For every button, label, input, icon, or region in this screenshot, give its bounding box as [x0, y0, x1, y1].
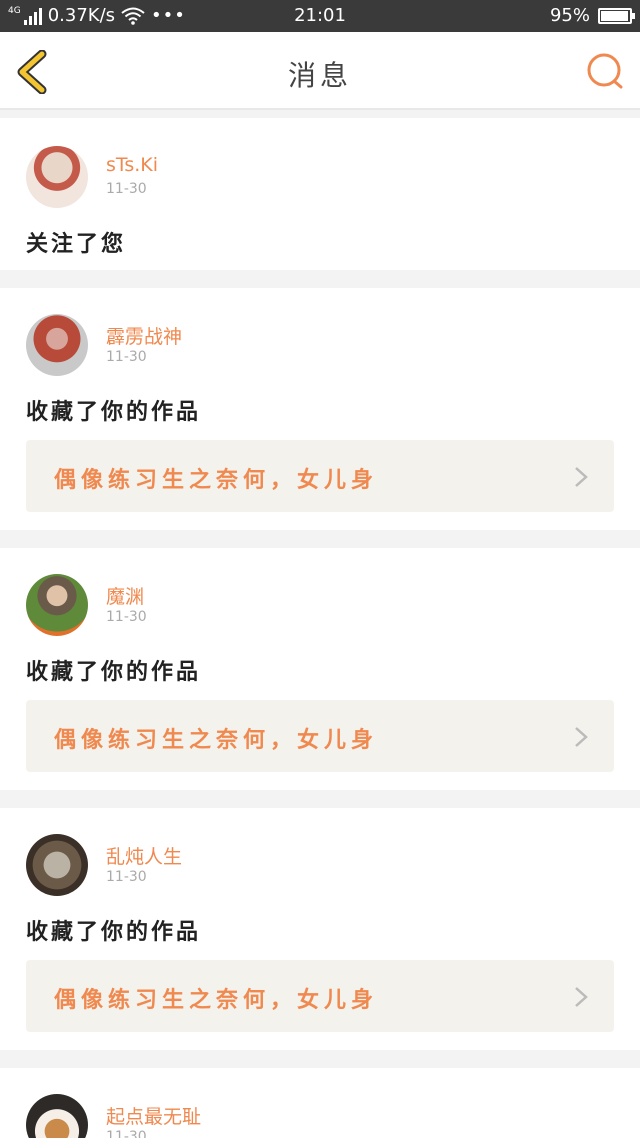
username[interactable]: sTs.Ki [106, 154, 158, 176]
app-header: 消息 [0, 32, 640, 110]
timestamp: 11-30 [106, 1129, 147, 1138]
work-link[interactable]: 偶像练习生之奈何，女儿身 [26, 440, 614, 512]
battery-percent: 95% [549, 5, 590, 26]
chevron-right-icon [575, 987, 588, 1007]
notification-item[interactable]: 乱炖人生 11-30 收藏了你的作品 偶像练习生之奈何，女儿身 [0, 808, 640, 1050]
work-title: 偶像练习生之奈何，女儿身 [54, 728, 379, 753]
search-icon[interactable] [584, 50, 626, 92]
clock: 21:01 [294, 5, 346, 26]
avatar[interactable] [26, 834, 88, 896]
username[interactable]: 起点最无耻 [106, 1102, 201, 1129]
notification-item[interactable]: 霹雳战神 11-30 收藏了你的作品 偶像练习生之奈何，女儿身 [0, 288, 640, 530]
work-link[interactable]: 偶像练习生之奈何，女儿身 [26, 960, 614, 1032]
work-link[interactable]: 偶像练习生之奈何，女儿身 [26, 700, 614, 772]
notification-item[interactable]: 魔渊 11-30 收藏了你的作品 偶像练习生之奈何，女儿身 [0, 548, 640, 790]
timestamp: 11-30 [106, 181, 147, 197]
avatar[interactable] [26, 314, 88, 376]
notification-list: sTs.Ki 11-30 关注了您 霹雳战神 11-30 收藏了你的作品 偶像练… [0, 118, 640, 1138]
avatar[interactable] [26, 146, 88, 208]
work-title: 偶像练习生之奈何，女儿身 [54, 988, 379, 1013]
work-title: 偶像练习生之奈何，女儿身 [54, 468, 379, 493]
chevron-right-icon [575, 727, 588, 747]
notification-text: 关注了您 [26, 232, 127, 257]
notification-text: 收藏了你的作品 [26, 920, 202, 945]
username[interactable]: 魔渊 [106, 582, 144, 609]
notification-item[interactable]: 起点最无耻 11-30 [0, 1068, 640, 1138]
status-bar: 4G 0.37K/s ••• 21:01 95% [0, 0, 640, 32]
notification-text: 收藏了你的作品 [26, 660, 202, 685]
notification-text: 收藏了你的作品 [26, 400, 202, 425]
notification-item[interactable]: sTs.Ki 11-30 关注了您 [0, 118, 640, 270]
timestamp: 11-30 [106, 869, 147, 885]
avatar[interactable] [26, 574, 88, 636]
timestamp: 11-30 [106, 349, 147, 365]
battery-icon [598, 7, 635, 24]
page-title: 消息 [287, 59, 352, 92]
username[interactable]: 霹雳战神 [106, 322, 182, 349]
avatar[interactable] [26, 1094, 88, 1138]
timestamp: 11-30 [106, 609, 147, 625]
username[interactable]: 乱炖人生 [106, 842, 182, 869]
chevron-right-icon [575, 467, 588, 487]
